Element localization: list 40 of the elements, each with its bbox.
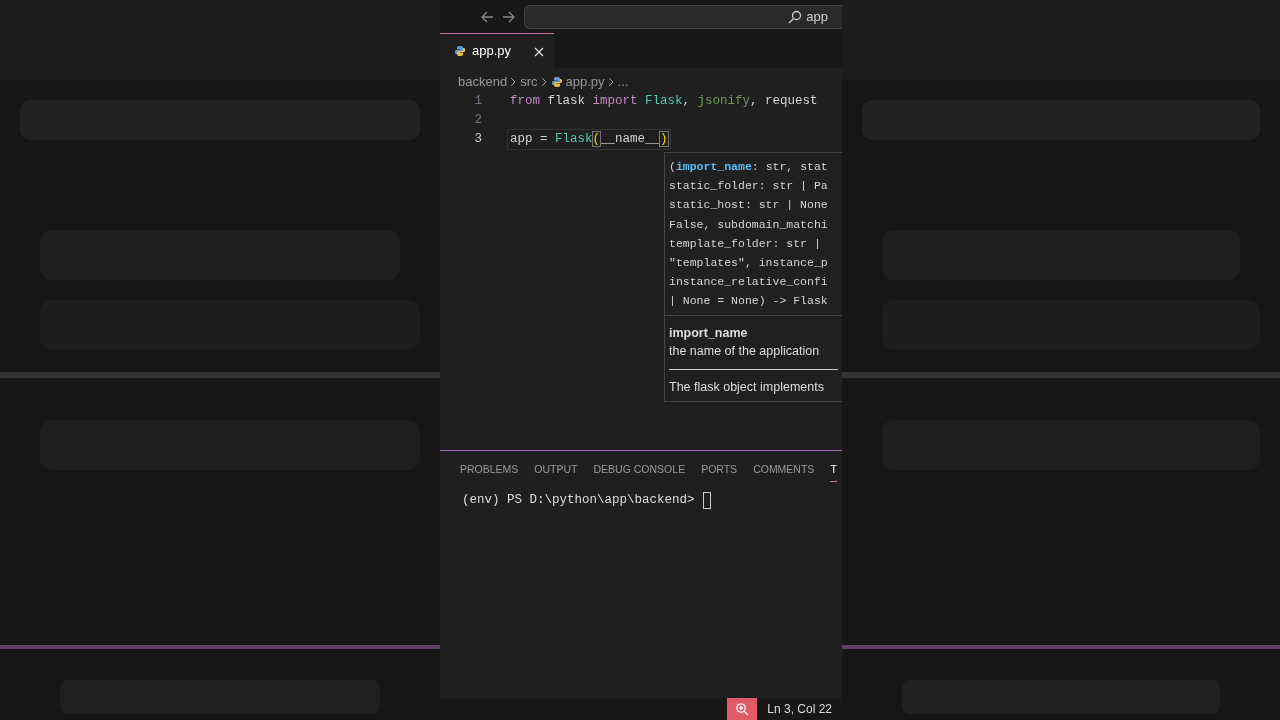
hover-description: The flask object implements [669, 379, 825, 396]
line-number: 2 [473, 112, 482, 130]
breadcrumb-item[interactable]: src [520, 72, 538, 92]
breadcrumb-item[interactable]: backend [458, 72, 508, 92]
panel-tab[interactable]: T [830, 459, 837, 482]
signature-line: static_folder: str | Pa [669, 178, 829, 195]
breadcrumb-item[interactable]: ... [617, 72, 629, 92]
breadcrumb-item[interactable]: app.py [565, 72, 605, 92]
chevron-icon [510, 77, 518, 87]
panel-tab[interactable]: PROBLEMS [460, 459, 519, 482]
chevron-icon [607, 77, 615, 87]
zoom-button[interactable] [727, 698, 758, 720]
forward-arrow-icon[interactable] [502, 9, 516, 24]
signature-line: template_folder: str | [669, 235, 822, 252]
panel-tab[interactable]: PORTS [701, 459, 738, 482]
terminal-prompt: (env) PS D:\python\app\backend> [462, 491, 695, 509]
terminal-cursor [702, 491, 711, 509]
back-arrow-icon[interactable] [480, 9, 494, 24]
line-number: 3 [473, 131, 482, 149]
signature-line: "templates", instance_p [669, 254, 829, 271]
search-field[interactable]: app [524, 4, 842, 29]
signature-line: False, subdomain_matchi [669, 216, 829, 233]
parameter-description: the name of the application [669, 343, 821, 361]
zoom-in-icon [735, 702, 750, 716]
signature-line: static_host: str | None [669, 197, 829, 214]
signature-line: instance_relative_confi [669, 274, 829, 291]
code-line: from flask import Flask, jsonify, request [509, 93, 819, 111]
line-number: 1 [473, 93, 482, 111]
close-icon[interactable] [534, 46, 544, 57]
editor-tab[interactable]: app.py [440, 33, 554, 68]
python-file-icon [550, 76, 563, 88]
signature-line: (import_name: str, stat [669, 159, 829, 175]
signature-line: | None = None) -> Flask [669, 293, 829, 310]
panel-tab[interactable]: DEBUG CONSOLE [593, 459, 686, 482]
chevron-icon [540, 77, 548, 87]
python-file-icon [454, 45, 466, 57]
parameter-name: import_name [669, 324, 749, 342]
panel-tab[interactable]: OUTPUT [534, 459, 578, 482]
search-icon [788, 9, 803, 24]
panel-tab[interactable]: COMMENTS [753, 459, 815, 482]
